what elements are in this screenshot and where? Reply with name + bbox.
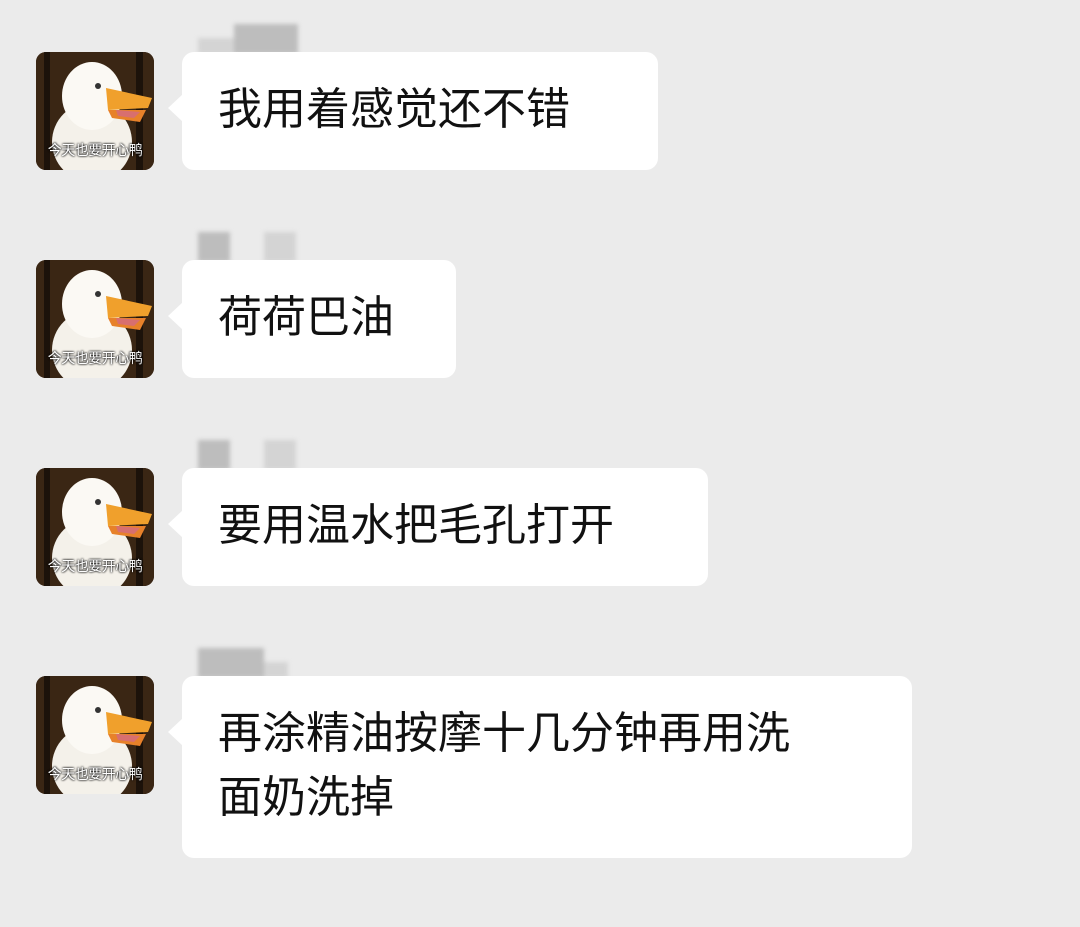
sender-avatar[interactable]: 今天也要开心鸭 bbox=[36, 676, 154, 794]
avatar-caption: 今天也要开心鸭 bbox=[47, 143, 143, 159]
sender-avatar[interactable]: 今天也要开心鸭 bbox=[36, 468, 154, 586]
message-bubble[interactable]: 我用着感觉还不错 bbox=[168, 52, 658, 170]
message-text: 荷荷巴油 bbox=[218, 292, 394, 343]
message-text: 我用着感觉还不错 bbox=[218, 84, 570, 135]
avatar-caption: 今天也要开心鸭 bbox=[47, 767, 143, 783]
sender-avatar[interactable]: 今天也要开心鸭 bbox=[36, 52, 154, 170]
avatar-caption: 今天也要开心鸭 bbox=[47, 559, 143, 575]
message-bubble[interactable]: 再涂精油按摩十几分钟再用洗 面奶洗掉 bbox=[168, 676, 912, 858]
avatar-caption: 今天也要开心鸭 bbox=[47, 351, 143, 367]
message-bubble[interactable]: 要用温水把毛孔打开 bbox=[168, 468, 708, 586]
sender-avatar[interactable]: 今天也要开心鸭 bbox=[36, 260, 154, 378]
message-bubble[interactable]: 荷荷巴油 bbox=[168, 260, 456, 378]
message-text: 要用温水把毛孔打开 bbox=[218, 500, 614, 551]
message-text: 再涂精油按摩十几分钟再用洗 面奶洗掉 bbox=[218, 708, 790, 823]
